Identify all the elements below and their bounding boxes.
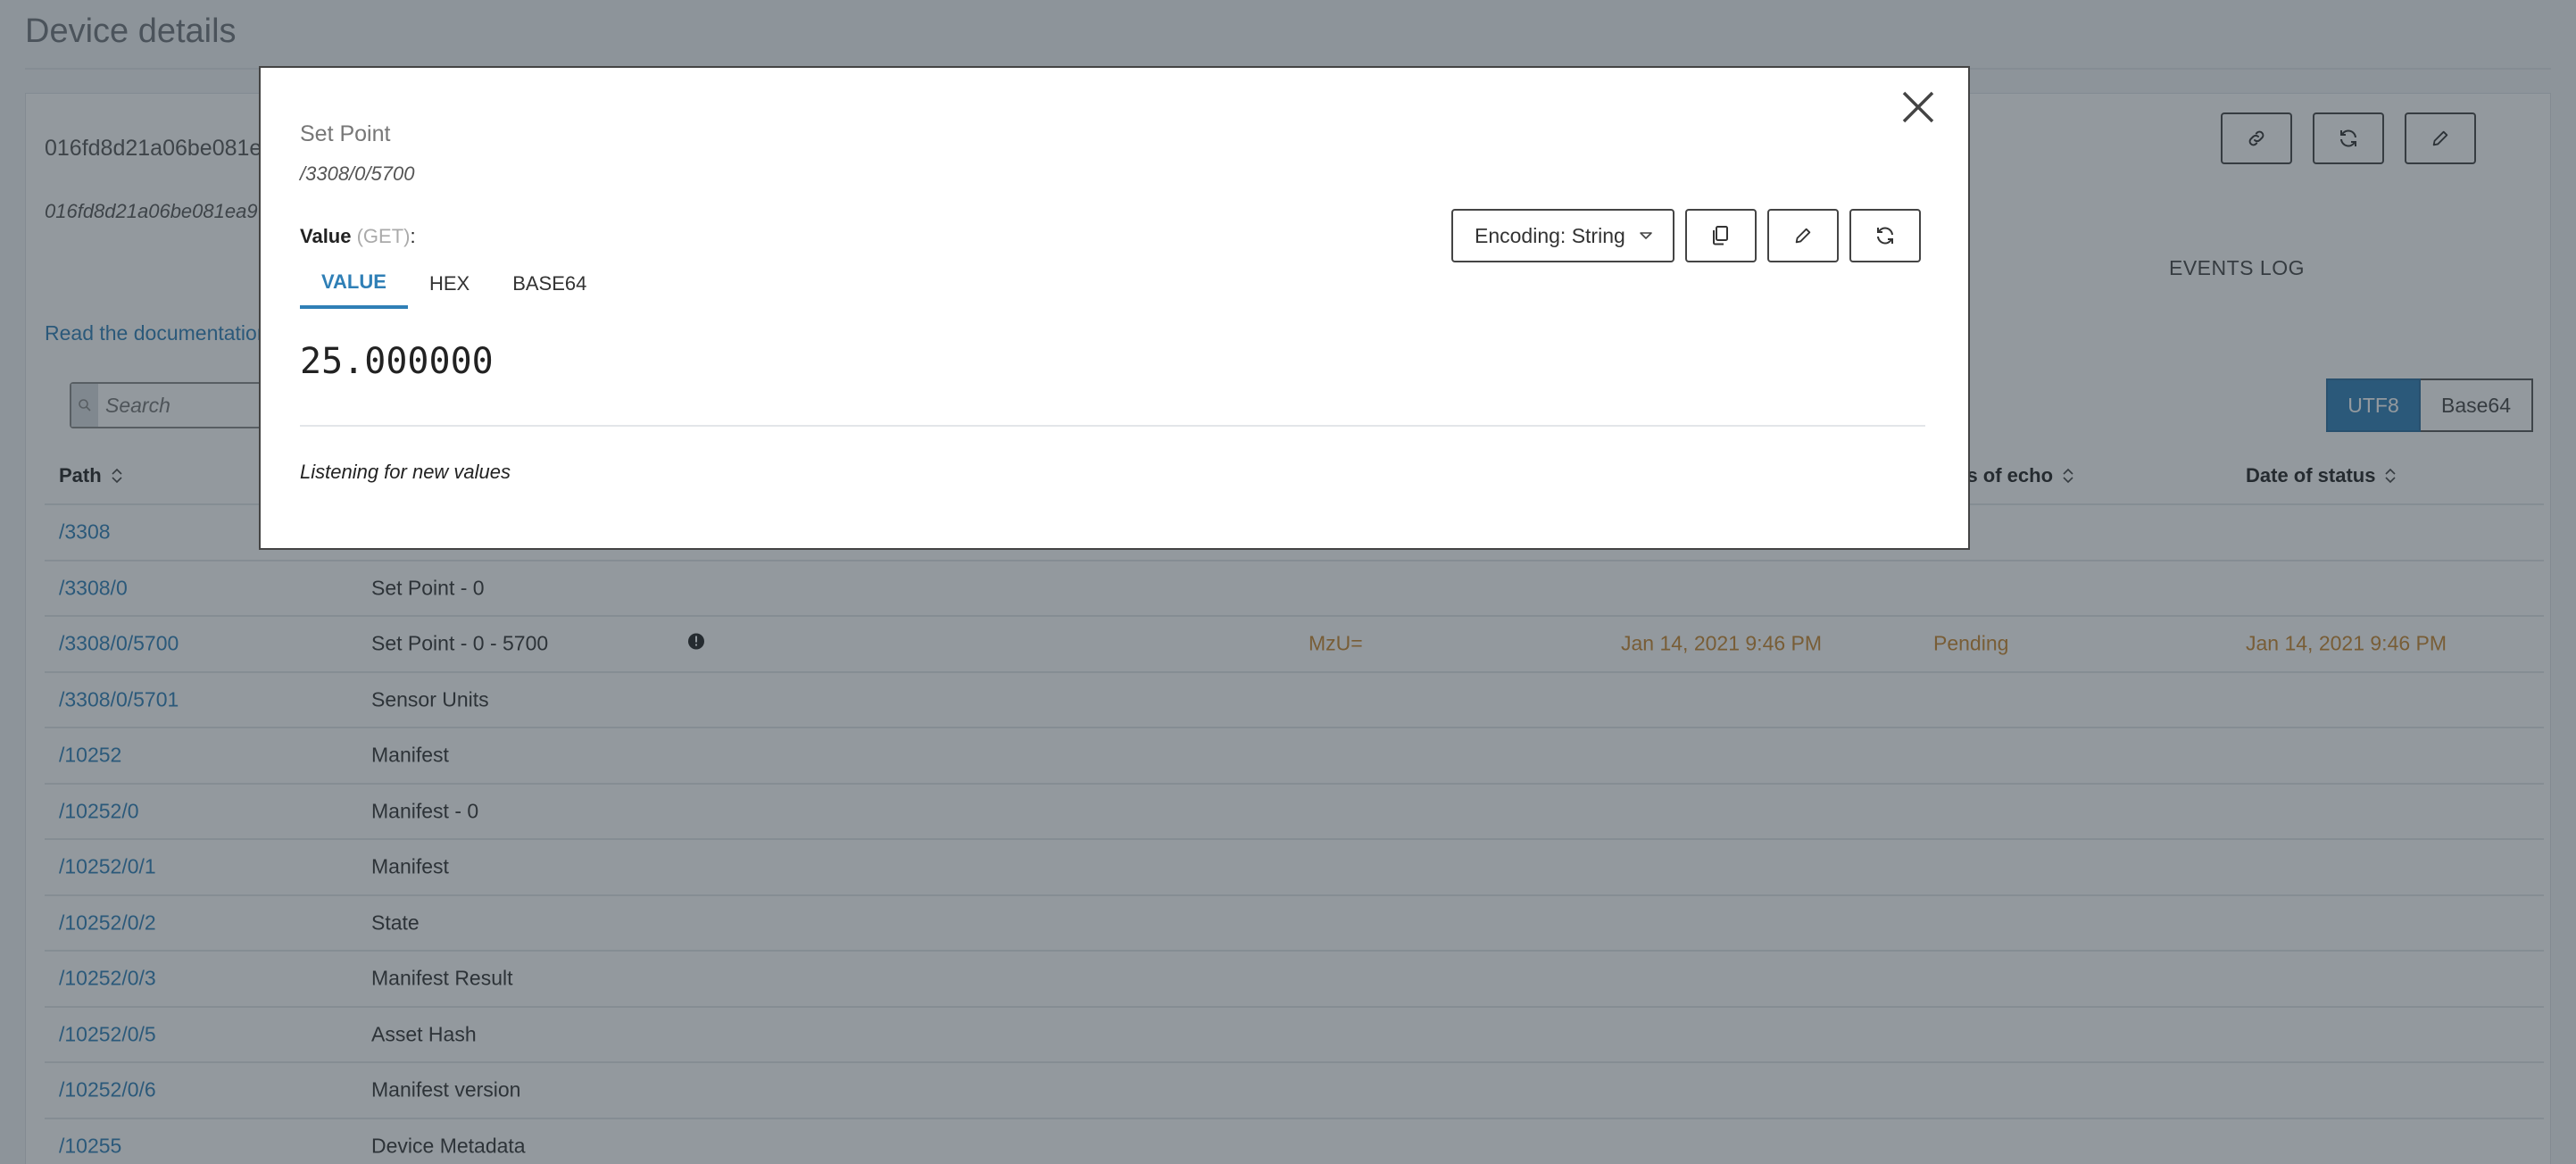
divider [300,425,1925,427]
tab-hex[interactable]: HEX [408,259,491,309]
close-icon [1902,91,1934,123]
resource-value: 25.000000 [300,341,494,382]
modal-path: /3308/0/5700 [300,162,415,185]
listening-status: Listening for new values [300,461,511,483]
edit-value-button[interactable] [1767,209,1839,262]
chevron-down-icon [1640,232,1652,239]
modal-title: Set Point [300,121,391,146]
tab-value[interactable]: VALUE [300,259,408,309]
value-label-text: Value [300,225,352,247]
value-method: (GET) [356,225,411,247]
tab-base64[interactable]: BASE64 [491,259,608,309]
encoding-select-label: Encoding: String [1475,223,1625,247]
resource-value-modal: Set Point /3308/0/5700 Value (GET): Enco… [259,66,1970,550]
refresh-icon [1877,227,1893,245]
modal-actions: Encoding: String [1451,209,1921,262]
encoding-select[interactable]: Encoding: String [1451,209,1674,262]
value-tabs: VALUE HEX BASE64 [300,259,608,309]
close-button[interactable] [1893,82,1943,132]
copy-icon [1713,226,1728,245]
copy-button[interactable] [1685,209,1757,262]
value-label: Value (GET): [300,225,416,247]
pencil-icon [1795,228,1811,244]
refresh-value-button[interactable] [1849,209,1921,262]
